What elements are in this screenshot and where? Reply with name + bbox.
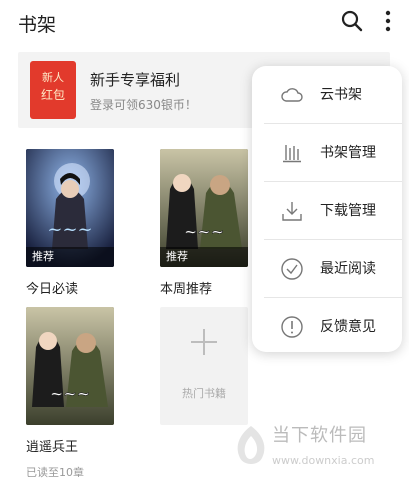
- menu-item-label: 最近阅读: [320, 261, 376, 277]
- book-cover-3[interactable]: ~~~: [26, 307, 114, 425]
- book-cover-art: ~~~: [26, 307, 114, 425]
- book-title-1[interactable]: 今日必读: [26, 278, 78, 297]
- menu-item-cloud-shelf[interactable]: 云书架: [252, 66, 402, 123]
- menu-item-label: 下载管理: [320, 203, 376, 219]
- svg-text:~~~: ~~~: [184, 222, 224, 241]
- menu-item-recent-reading[interactable]: 最近阅读: [252, 240, 402, 297]
- svg-text:~~~: ~~~: [47, 219, 92, 240]
- check-circle-icon: [281, 258, 303, 280]
- promo-subtitle: 登录可领630银币！: [90, 98, 197, 112]
- book-title-2[interactable]: 本周推荐: [160, 278, 212, 297]
- recommend-tag: 推荐: [160, 247, 248, 267]
- watermark-url: www.downxia.com: [272, 454, 375, 467]
- exclamation-circle-icon: [281, 316, 303, 338]
- badge-line-1: 新人: [42, 71, 64, 84]
- watermark-logo-icon: [237, 426, 265, 464]
- menu-item-shelf-manage[interactable]: 书架管理: [252, 124, 402, 181]
- book-cover-2[interactable]: ~~~ 推荐: [160, 149, 248, 267]
- add-card-label: 热门书籍: [182, 387, 226, 400]
- menu-item-label: 云书架: [320, 87, 362, 103]
- book-title-3[interactable]: 逍遥兵王: [26, 436, 78, 455]
- download-icon: [282, 202, 302, 221]
- more-vertical-icon[interactable]: [381, 9, 395, 33]
- menu-item-feedback[interactable]: 反馈意见: [252, 298, 402, 355]
- cloud-icon: [281, 88, 303, 102]
- svg-text:~~~: ~~~: [50, 384, 90, 403]
- watermark-name: 当下软件园: [272, 425, 367, 446]
- read-progress-text: 已读至10章: [26, 466, 84, 479]
- red-envelope-badge: 新人 红包: [30, 61, 76, 119]
- menu-item-download-manage[interactable]: 下载管理: [252, 182, 402, 239]
- add-book-card[interactable]: 热门书籍: [160, 307, 248, 425]
- overflow-menu: 云书架 书架管理 下载管理 最近阅读 反馈意见: [252, 66, 402, 352]
- bookshelf-manage-icon: [283, 145, 301, 163]
- promo-title: 新手专享福利: [90, 71, 181, 89]
- recommend-tag: 推荐: [26, 247, 114, 267]
- search-icon[interactable]: [340, 9, 364, 33]
- badge-line-2: 红包: [40, 88, 65, 102]
- plus-icon: [191, 329, 217, 355]
- page-title: 书架: [18, 14, 57, 36]
- menu-item-label: 反馈意见: [320, 319, 376, 335]
- menu-item-label: 书架管理: [320, 145, 376, 161]
- book-cover-1[interactable]: ~~~ 推荐: [26, 149, 114, 267]
